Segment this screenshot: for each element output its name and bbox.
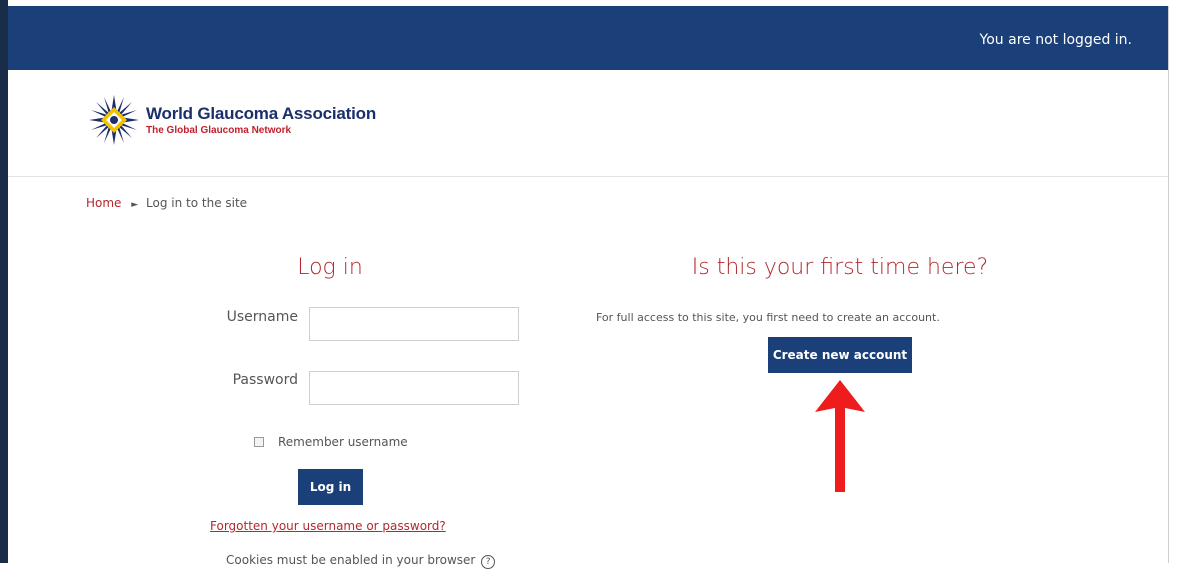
- brand-tagline: The Global Glaucoma Network: [146, 125, 292, 136]
- site-header: World Glaucoma Association The Global Gl…: [8, 70, 1168, 177]
- page-right-border: [1168, 6, 1169, 563]
- breadcrumb-separator-icon: ►: [131, 200, 139, 210]
- password-label: Password: [232, 372, 298, 388]
- red-arrow-annotation-icon: [815, 380, 865, 492]
- window-left-edge: [0, 0, 8, 563]
- username-input[interactable]: [309, 307, 519, 341]
- login-status-text: You are not logged in.: [979, 32, 1132, 48]
- brand-name: World Glaucoma Association: [146, 104, 377, 123]
- username-label: Username: [226, 309, 298, 325]
- create-account-button[interactable]: Create new account: [768, 337, 912, 373]
- login-heading: Log in: [297, 255, 363, 280]
- signup-description: For full access to this site, you first …: [596, 311, 940, 324]
- breadcrumb: Home ► Log in to the site: [86, 196, 247, 210]
- wga-star-logo-icon: [89, 95, 139, 145]
- remember-username-checkbox[interactable]: [254, 437, 264, 447]
- login-button[interactable]: Log in: [298, 469, 363, 505]
- breadcrumb-home-link[interactable]: Home: [86, 196, 121, 210]
- remember-username-row: Remember username: [254, 435, 408, 449]
- top-navbar: You are not logged in.: [8, 6, 1168, 70]
- site-logo[interactable]: World Glaucoma Association The Global Gl…: [88, 94, 376, 146]
- help-icon[interactable]: ?: [481, 555, 496, 569]
- signup-heading: Is this your first time here?: [691, 255, 989, 280]
- remember-username-label: Remember username: [278, 435, 408, 449]
- cookies-note: Cookies must be enabled in your browser …: [226, 553, 496, 569]
- cookies-note-text: Cookies must be enabled in your browser: [226, 553, 476, 567]
- breadcrumb-current: Log in to the site: [146, 196, 248, 210]
- forgot-credentials-link[interactable]: Forgotten your username or password?: [210, 519, 446, 533]
- password-input[interactable]: [309, 371, 519, 405]
